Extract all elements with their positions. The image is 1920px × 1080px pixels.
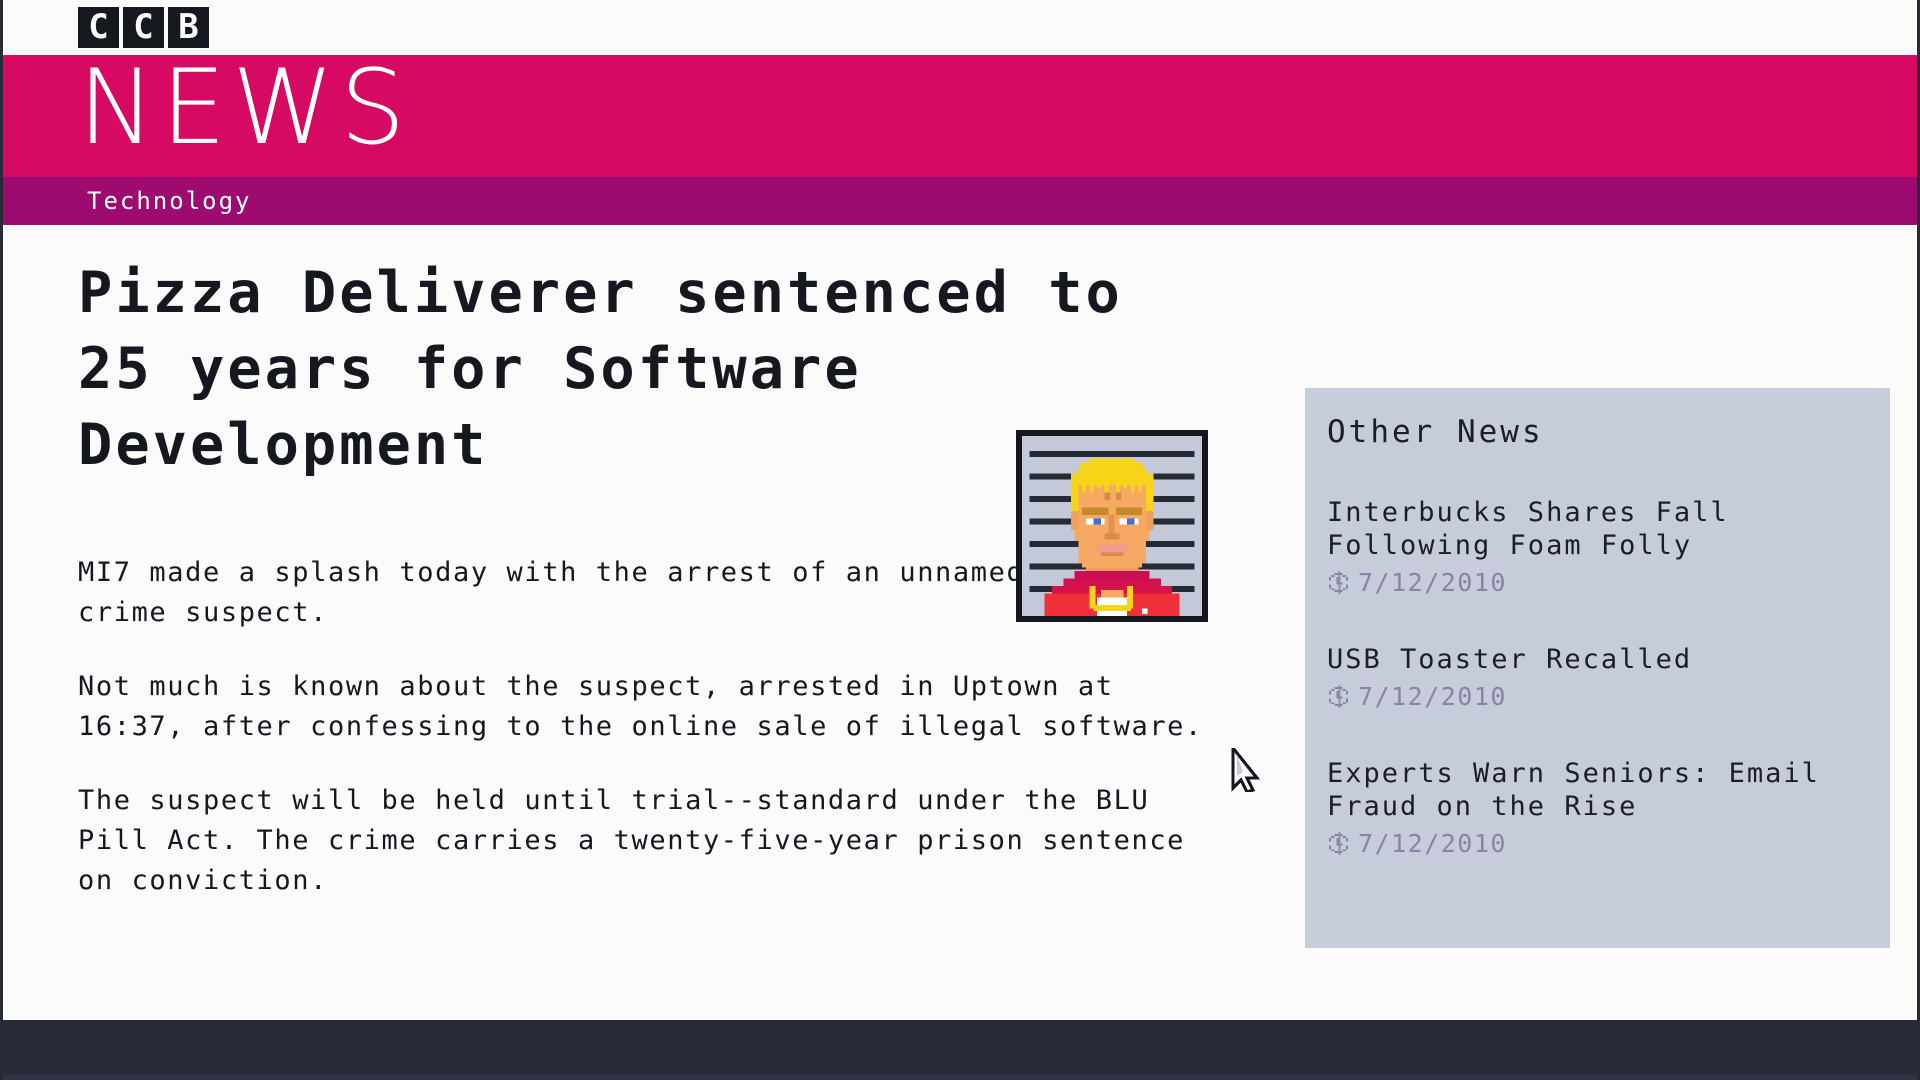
logo-letter-b: B — [168, 7, 209, 48]
news-item-meta: 7/12/2010 — [1327, 682, 1868, 711]
logo-letter-c2: C — [123, 7, 164, 48]
news-item-meta: 7/12/2010 — [1327, 829, 1868, 858]
list-item[interactable]: USB Toaster Recalled 7/12/2010 — [1327, 643, 1868, 711]
sidebar-title: Other News — [1327, 414, 1544, 450]
article-paragraph: The suspect will be held until trial--st… — [78, 785, 1186, 896]
brand-bar: NEWS — [3, 48, 1917, 177]
article-paragraph: Not much is known about the suspect, arr… — [78, 671, 1203, 742]
section-label-technology: Technology — [87, 187, 252, 215]
logo-letter-c1: C — [78, 7, 119, 48]
clock-icon — [1327, 571, 1350, 594]
section-bar[interactable]: Technology — [3, 177, 1917, 225]
list-item[interactable]: Experts Warn Seniors: Email Fraud on the… — [1327, 757, 1868, 858]
news-item-headline: Interbucks Shares Fall Following Foam Fo… — [1327, 497, 1729, 561]
footer-rule — [3, 1074, 1917, 1080]
footer-bar — [3, 1020, 1917, 1080]
other-news-sidebar: Other News Interbucks Shares Fall Follow… — [1305, 388, 1890, 948]
brand-wordmark: NEWS — [78, 48, 412, 168]
news-item-date: 7/12/2010 — [1358, 682, 1507, 711]
clock-icon — [1327, 832, 1350, 855]
news-item-headline: Experts Warn Seniors: Email Fraud on the… — [1327, 758, 1820, 822]
ccb-logo[interactable]: C C B — [78, 7, 209, 48]
mouse-cursor — [1231, 743, 1265, 794]
news-item-date: 7/12/2010 — [1358, 829, 1507, 858]
news-page: C C B NEWS Technology Pizza Deliverer se… — [0, 0, 1920, 1080]
news-item-meta: 7/12/2010 — [1327, 568, 1868, 597]
news-item-date: 7/12/2010 — [1358, 568, 1507, 597]
news-item-headline: USB Toaster Recalled — [1327, 644, 1693, 675]
suspect-mugshot-image — [1016, 430, 1208, 622]
clock-icon — [1327, 685, 1350, 708]
list-item[interactable]: Interbucks Shares Fall Following Foam Fo… — [1327, 496, 1868, 597]
